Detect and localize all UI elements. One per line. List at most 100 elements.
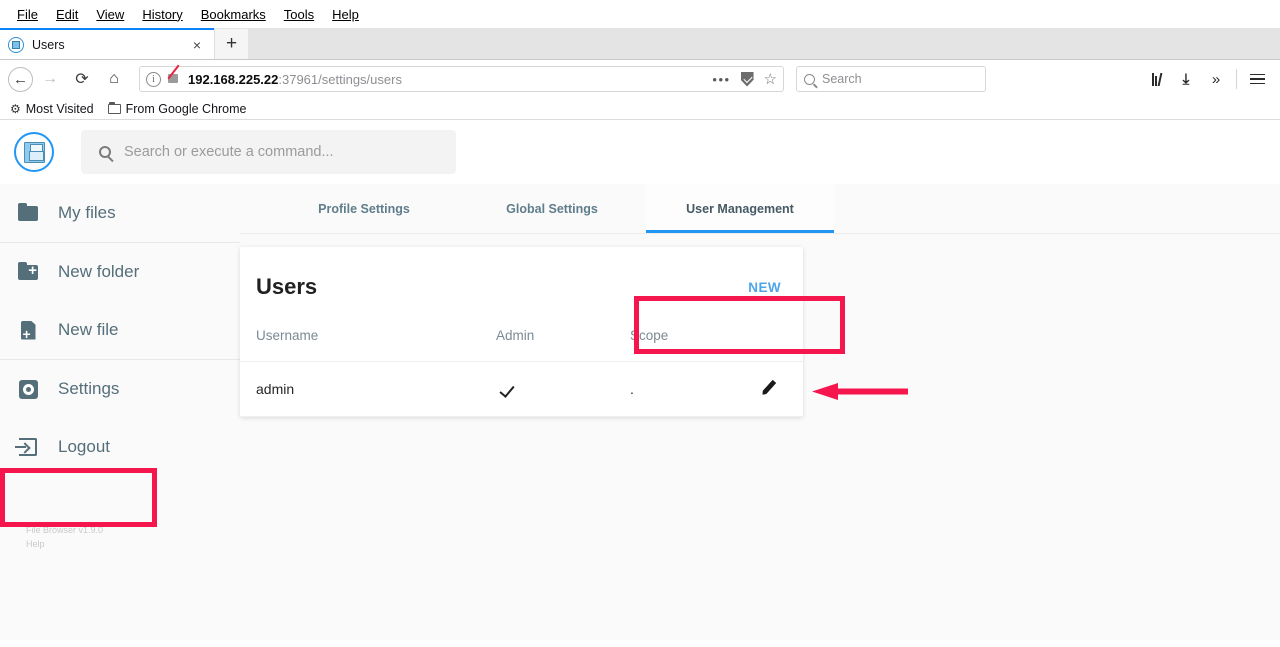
- overflow-chevrons-icon[interactable]: »: [1201, 64, 1231, 94]
- address-bar[interactable]: i 192.168.225.22 :37961/settings/users •…: [139, 66, 784, 92]
- app-logo-floppy-disk-icon[interactable]: [14, 132, 54, 172]
- cell-actions: [753, 361, 803, 417]
- back-button[interactable]: ←: [8, 66, 33, 92]
- menu-view[interactable]: View: [87, 7, 133, 22]
- floppy-glyph: [23, 141, 45, 163]
- tab-global-settings[interactable]: Global Settings: [458, 184, 646, 233]
- page-actions-icon[interactable]: •••: [712, 72, 730, 87]
- url-host: 192.168.225.22: [188, 71, 279, 87]
- users-card: Users NEW Username Admin Scope admin .: [240, 247, 803, 417]
- menu-help-label: Help: [332, 6, 359, 22]
- floppy-disk-icon: [8, 36, 24, 53]
- tab-profile-settings[interactable]: Profile Settings: [270, 184, 458, 233]
- cell-username: admin: [240, 361, 496, 417]
- edit-pencil-icon[interactable]: [764, 378, 783, 397]
- file-plus-icon: [16, 320, 40, 340]
- sidebar-item-new-folder[interactable]: New folder: [0, 243, 240, 301]
- app-header: Search or execute a command...: [0, 120, 1280, 184]
- users-card-header: Users NEW: [240, 247, 803, 322]
- app-body: My files New folder New file Settings Lo…: [0, 184, 1280, 640]
- gear-icon: [16, 379, 40, 399]
- settings-tabs: Profile Settings Global Settings User Ma…: [240, 184, 1280, 234]
- toolbar-divider: [1236, 69, 1237, 89]
- logout-icon: [15, 438, 40, 456]
- folder-icon: [107, 101, 121, 114]
- forward-button[interactable]: →: [35, 64, 65, 94]
- gear-icon: ⚙: [10, 101, 21, 116]
- downloads-icon[interactable]: ⤓: [1171, 64, 1201, 94]
- menu-edit[interactable]: Edit: [47, 7, 87, 22]
- table-row[interactable]: admin .: [240, 361, 803, 417]
- site-info-icon[interactable]: i: [146, 71, 161, 87]
- home-button[interactable]: ⌂: [99, 64, 129, 94]
- bookmark-from-google-chrome[interactable]: From Google Chrome: [107, 101, 247, 116]
- insecure-connection-icon: [166, 71, 181, 87]
- tab-user-management[interactable]: User Management: [646, 184, 834, 233]
- bookmark-most-visited[interactable]: ⚙ Most Visited: [10, 102, 94, 116]
- menu-file[interactable]: File: [8, 7, 47, 22]
- menu-tools[interactable]: Tools: [275, 7, 323, 22]
- app-version: File Browser v1.9.0: [26, 525, 104, 535]
- menu-edit-label: Edit: [55, 6, 79, 22]
- menu-history-label: History: [142, 6, 183, 22]
- folder-plus-icon: [16, 261, 40, 280]
- sidebar-footer: File Browser v1.9.0 Help: [0, 476, 240, 552]
- users-table: Username Admin Scope admin .: [240, 322, 803, 417]
- menu-tools-label: Tools: [283, 6, 315, 22]
- library-icon[interactable]: [1141, 64, 1171, 94]
- sidebar-item-label: My files: [58, 203, 116, 222]
- tab-label: Profile Settings: [318, 201, 410, 216]
- file-browser-app: Search or execute a command... My files …: [0, 120, 1280, 640]
- sidebar-item-settings[interactable]: Settings: [0, 360, 240, 418]
- menu-bookmarks[interactable]: Bookmarks: [192, 7, 275, 22]
- browser-navbar: ← → ⟳ ⌂ i 192.168.225.22 :37961/settings…: [0, 60, 1280, 98]
- command-search-input[interactable]: Search or execute a command...: [81, 130, 456, 174]
- column-header-admin: Admin: [496, 322, 630, 362]
- sidebar-item-label: Settings: [58, 379, 120, 398]
- tab-label: Global Settings: [506, 201, 598, 216]
- sidebar-item-label: New folder: [58, 262, 140, 281]
- tab-label: User Management: [686, 201, 794, 216]
- menu-view-label: View: [96, 6, 125, 22]
- browser-menubar: File Edit View History Bookmarks Tools H…: [0, 0, 1280, 28]
- command-search-placeholder: Search or execute a command...: [124, 144, 334, 160]
- table-header-row: Username Admin Scope: [240, 322, 803, 362]
- cell-admin: [496, 361, 630, 417]
- tracking-protection-icon[interactable]: [740, 71, 754, 87]
- search-icon: [804, 73, 815, 85]
- search-icon: [99, 146, 111, 158]
- column-header-scope: Scope: [630, 322, 753, 362]
- bookmark-star-icon[interactable]: ☆: [764, 70, 777, 88]
- sidebar-item-my-files[interactable]: My files: [0, 184, 240, 242]
- help-link[interactable]: Help: [26, 538, 240, 552]
- search-input[interactable]: Search: [796, 66, 986, 92]
- folder-icon: [16, 202, 40, 221]
- menu-bookmarks-label: Bookmarks: [200, 6, 266, 22]
- browser-tab-title: Users: [32, 37, 65, 52]
- new-user-button[interactable]: NEW: [748, 280, 781, 295]
- main-content: Profile Settings Global Settings User Ma…: [240, 184, 1280, 640]
- close-icon[interactable]: ×: [188, 37, 206, 53]
- sidebar-item-logout[interactable]: Logout: [0, 418, 240, 476]
- bookmark-label: From Google Chrome: [125, 101, 247, 116]
- bookmark-label: Most Visited: [25, 101, 94, 116]
- cell-scope: .: [630, 361, 753, 417]
- check-icon: [499, 382, 515, 398]
- browser-tabstrip: Users × +: [0, 28, 1280, 60]
- reload-button[interactable]: ⟳: [67, 64, 97, 94]
- sidebar-item-new-file[interactable]: New file: [0, 301, 240, 359]
- new-tab-button[interactable]: +: [214, 29, 248, 59]
- column-header-actions: [753, 322, 803, 362]
- browser-tab-users[interactable]: Users ×: [0, 28, 214, 59]
- sidebar-item-label: Logout: [58, 437, 110, 456]
- sidebar-item-label: New file: [58, 320, 119, 339]
- menu-help[interactable]: Help: [323, 7, 368, 22]
- search-placeholder: Search: [822, 72, 862, 86]
- menu-history[interactable]: History: [133, 7, 191, 22]
- url-path: :37961/settings/users: [278, 71, 402, 87]
- bookmarks-toolbar: ⚙ Most Visited From Google Chrome: [0, 98, 1280, 120]
- hamburger-menu-icon[interactable]: [1242, 64, 1272, 94]
- menu-file-label: File: [17, 6, 38, 22]
- page-title: Users: [256, 274, 318, 299]
- sidebar: My files New folder New file Settings Lo…: [0, 184, 240, 640]
